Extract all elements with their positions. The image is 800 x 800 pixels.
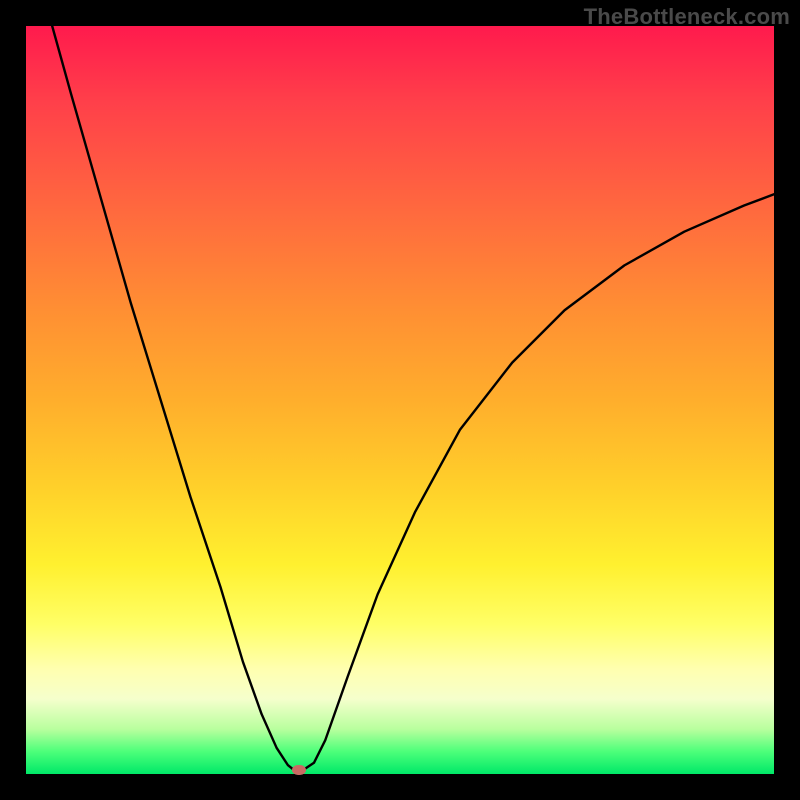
bottleneck-curve [26, 26, 774, 774]
optimal-point-marker [292, 765, 306, 775]
plot-area [26, 26, 774, 774]
chart-frame: TheBottleneck.com [0, 0, 800, 800]
